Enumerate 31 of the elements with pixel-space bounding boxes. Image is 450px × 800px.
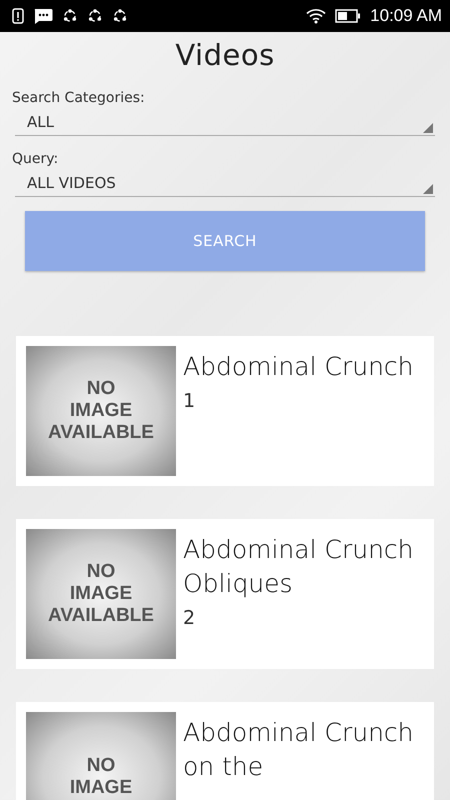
video-number: 2 <box>183 607 196 629</box>
video-number: 1 <box>183 390 196 412</box>
filter-label: Search Categories: <box>12 89 146 108</box>
video-card[interactable]: NO IMAGE AVAILABLE Abdominal Crunch Obliques 2 <box>16 519 434 669</box>
dropdown-field[interactable]: ALL <box>15 108 435 136</box>
placeholder-text: NO <box>86 755 116 777</box>
wifi-icon <box>306 8 326 24</box>
placeholder-text: IMAGE <box>70 583 132 605</box>
share-icon <box>62 8 78 24</box>
placeholder-text: AVAILABLE <box>48 605 154 627</box>
video-title: Abdominal Crunch Obliques <box>183 534 415 600</box>
placeholder-text: IMAGE <box>70 400 132 422</box>
video-card[interactable]: NO IMAGE AVAILABLE Abdominal Crunch 1 <box>16 336 434 486</box>
placeholder-text: NO <box>86 378 116 400</box>
video-title: Abdominal Crunch on the <box>183 717 415 783</box>
video-card[interactable]: NO IMAGE Abdominal Crunch on the <box>16 702 434 800</box>
message-icon <box>33 8 53 24</box>
page-title: Videos <box>174 37 276 74</box>
dropdown-arrow-icon <box>423 184 433 194</box>
share-icon <box>112 8 128 24</box>
battery-icon <box>335 9 362 23</box>
filter-label: Query: <box>12 150 60 169</box>
clock-time: 10:09 AM <box>370 6 442 26</box>
alert-icon <box>12 8 24 24</box>
placeholder-text: NO <box>86 561 116 583</box>
dropdown-arrow-icon <box>423 123 433 133</box>
video-title: Abdominal Crunch <box>183 351 415 383</box>
share-icon <box>87 8 103 24</box>
placeholder-text: IMAGE <box>70 777 132 799</box>
placeholder-text: AVAILABLE <box>48 422 154 444</box>
dropdown-field[interactable]: ALL VIDEOS <box>15 169 435 197</box>
